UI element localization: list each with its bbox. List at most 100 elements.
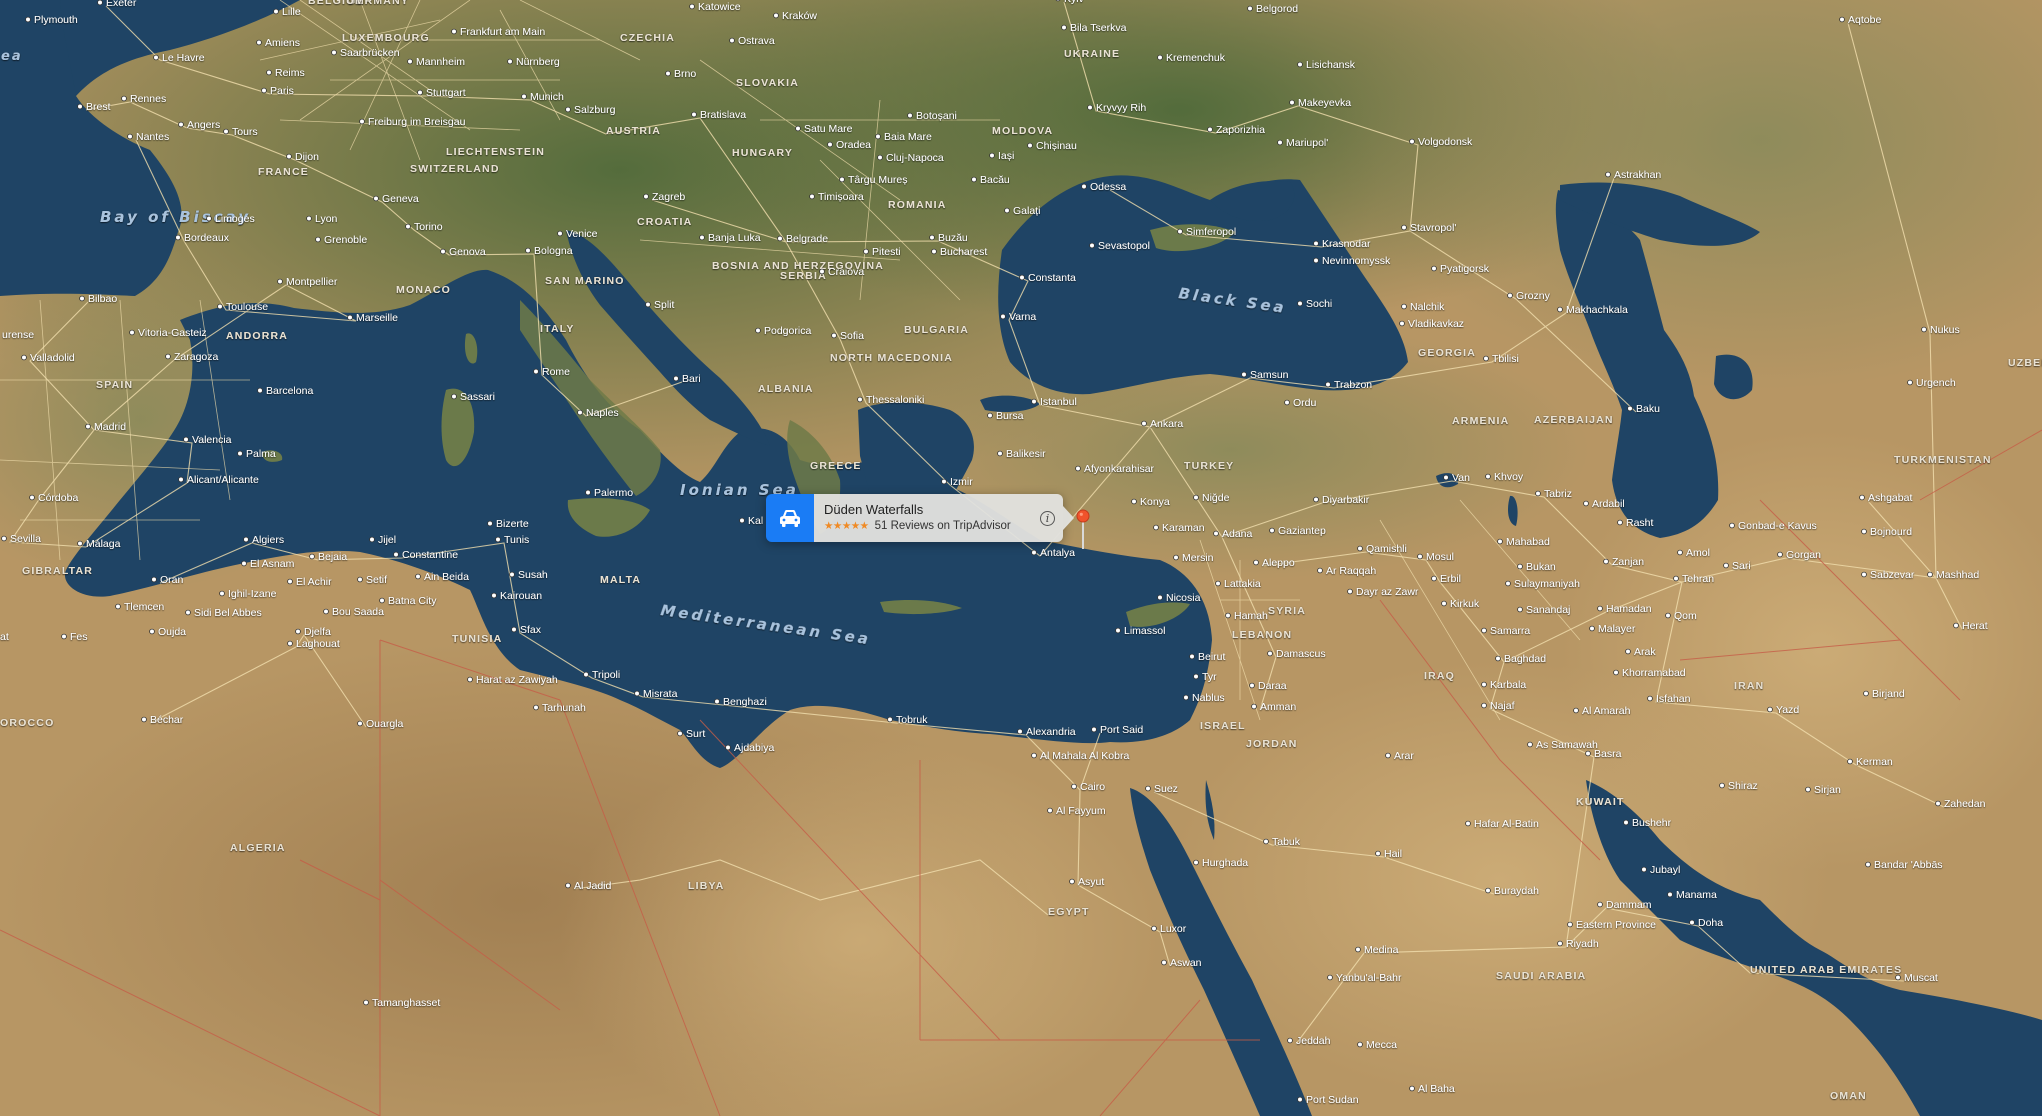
city-marker[interactable] [467, 676, 473, 683]
map-label-city[interactable]: Chișinau [1036, 140, 1077, 152]
map-label-city[interactable]: Nablus [1192, 692, 1225, 704]
map-label-city[interactable]: Rasht [1626, 517, 1654, 529]
city-marker[interactable] [1031, 549, 1037, 556]
city-marker[interactable] [315, 236, 321, 243]
map-label-city[interactable]: Damascus [1276, 648, 1326, 660]
map-label-city[interactable]: Lyon [315, 213, 338, 225]
map-label-city[interactable]: Frankfurt am Main [460, 26, 545, 38]
city-marker[interactable] [857, 396, 863, 403]
map-label-city[interactable]: Arar [1394, 750, 1414, 762]
map-label-city[interactable]: Barcelona [266, 385, 313, 397]
city-marker[interactable] [875, 133, 881, 140]
city-marker[interactable] [1297, 61, 1303, 68]
map-label-city[interactable]: Kraków [782, 10, 817, 22]
map-label-city[interactable]: Adana [1222, 528, 1253, 540]
city-marker[interactable] [217, 303, 223, 310]
city-marker[interactable] [1401, 224, 1407, 231]
map-label-city[interactable]: Hamah [1234, 610, 1268, 622]
map-label-city[interactable]: Qom [1674, 610, 1697, 622]
map-label-city[interactable]: Tyr [1202, 671, 1217, 683]
map-label-city[interactable]: Zaragoza [174, 351, 219, 363]
city-marker[interactable] [1249, 682, 1255, 689]
city-marker[interactable] [525, 247, 531, 254]
city-marker[interactable] [1313, 240, 1319, 247]
map-label-city[interactable]: Venice [566, 228, 598, 240]
place-callout[interactable]: Düden Waterfalls ★★★★★ 51 Reviews on Tri… [766, 494, 1074, 542]
map-label-city[interactable]: Samarra [1490, 625, 1530, 637]
city-marker[interactable] [507, 58, 513, 65]
map-label-city[interactable]: Tlemcen [124, 601, 164, 613]
map-label-city[interactable]: Hamadan [1606, 603, 1652, 615]
map-label-city[interactable]: Munich [530, 91, 564, 103]
map-label-city[interactable]: Bojnourd [1870, 526, 1912, 538]
map-label-city[interactable]: Bukan [1526, 561, 1556, 573]
map-label-city[interactable]: Bucharest [940, 246, 987, 258]
map-label-city[interactable]: Trabzon [1334, 379, 1372, 391]
map-label-city[interactable]: Lisichansk [1306, 59, 1356, 71]
map-label-city[interactable]: Khvoy [1494, 471, 1524, 483]
city-marker[interactable] [1089, 242, 1095, 249]
map-label-city[interactable]: Buzău [938, 232, 968, 244]
map-label-city[interactable]: Kerman [1856, 756, 1893, 768]
map-label-city[interactable]: Basra [1594, 748, 1622, 760]
map-label-city[interactable]: Sidi Bel Abbes [194, 607, 262, 619]
city-marker[interactable] [256, 39, 262, 46]
map-label-city[interactable]: Nalchik [1410, 301, 1445, 313]
map-label-city[interactable]: Asyut [1078, 876, 1104, 888]
city-marker[interactable] [151, 576, 157, 583]
map-label-city[interactable]: Nürnberg [516, 56, 560, 68]
city-marker[interactable] [1465, 820, 1471, 827]
map-label-city[interactable]: Bacău [980, 174, 1010, 186]
map-label-city[interactable]: Gaziantep [1278, 525, 1326, 537]
city-marker[interactable] [61, 633, 67, 640]
map-label-city[interactable]: Manama [1676, 889, 1717, 901]
city-marker[interactable] [557, 230, 563, 237]
city-marker[interactable] [237, 450, 243, 457]
map-label-city[interactable]: Pyatigorsk [1440, 263, 1490, 275]
map-label-city[interactable]: Hurghada [1202, 857, 1248, 869]
map-label-city[interactable]: Bizerte [496, 518, 529, 530]
map-label-city[interactable]: Luxor [1160, 923, 1187, 935]
map-label-city[interactable]: Bursa [996, 410, 1024, 422]
map-label-city[interactable]: Izmir [950, 476, 973, 488]
map-label-city[interactable]: Brest [86, 101, 111, 113]
map-label-city[interactable]: Ajdabiya [734, 742, 774, 754]
city-marker[interactable] [1677, 549, 1683, 556]
map-label-city[interactable]: Najaf [1490, 700, 1515, 712]
map-label-city[interactable]: Valladolid [30, 352, 75, 364]
map-label-city[interactable]: Aqtobe [1848, 14, 1881, 26]
city-marker[interactable] [1183, 694, 1189, 701]
city-marker[interactable] [1289, 99, 1295, 106]
city-marker[interactable] [565, 106, 571, 113]
city-marker[interactable] [509, 571, 515, 578]
city-marker[interactable] [1613, 669, 1619, 676]
city-marker[interactable] [183, 436, 189, 443]
map-label-city[interactable]: Beirut [1198, 651, 1226, 663]
map-label-city[interactable]: Exeter [106, 0, 137, 9]
city-marker[interactable] [1091, 726, 1097, 733]
map-label-city[interactable]: Urgench [1916, 377, 1956, 389]
map-label-city[interactable]: Sanandaj [1526, 604, 1570, 616]
city-marker[interactable] [1839, 16, 1845, 23]
city-marker[interactable] [1589, 625, 1595, 632]
city-marker[interactable] [115, 603, 121, 610]
map-label-city[interactable]: Lille [282, 6, 301, 18]
city-marker[interactable] [1355, 946, 1361, 953]
city-marker[interactable] [1863, 690, 1869, 697]
map-label-city[interactable]: Oradea [836, 139, 871, 151]
map-label-city[interactable]: Mahabad [1506, 536, 1550, 548]
city-marker[interactable] [1000, 313, 1006, 320]
map-label-city[interactable]: Banja Luka [708, 232, 761, 244]
map-label-city[interactable]: Amiens [265, 37, 300, 49]
map-label-city[interactable]: Samsun [1250, 369, 1289, 381]
city-marker[interactable] [1485, 473, 1491, 480]
map-label-city[interactable]: Nantes [136, 131, 169, 143]
map-label-city[interactable]: Nevinnomyssk [1322, 255, 1391, 267]
city-marker[interactable] [295, 628, 301, 635]
city-marker[interactable] [1689, 919, 1695, 926]
city-marker[interactable] [1667, 891, 1673, 898]
city-marker[interactable] [141, 716, 147, 723]
map-label-city[interactable]: Qamishli [1366, 543, 1407, 555]
city-marker[interactable] [583, 671, 589, 678]
map-label-city[interactable]: Palma [246, 448, 276, 460]
